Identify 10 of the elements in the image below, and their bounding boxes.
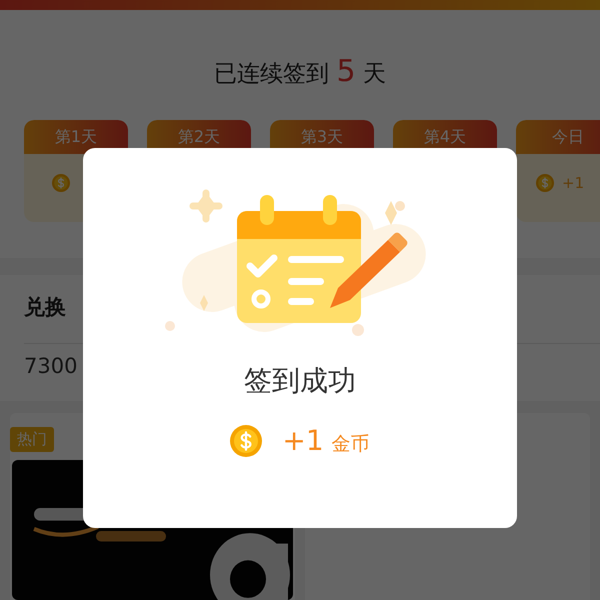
reward-unit: 金币 bbox=[332, 432, 370, 457]
reward-amount: +1 bbox=[282, 424, 324, 457]
hot-badge: 热门 bbox=[10, 427, 54, 452]
day-label: 今日 bbox=[516, 120, 600, 154]
day-label: 第1天 bbox=[24, 120, 128, 154]
success-title: 签到成功 bbox=[244, 363, 356, 399]
section-title: 兑换 bbox=[24, 294, 67, 321]
balance-text: 7300 bbox=[24, 354, 78, 378]
reward-amount: +1 bbox=[562, 174, 584, 192]
checkin-streak-text: 已连续签到 5 天 bbox=[213, 53, 387, 91]
